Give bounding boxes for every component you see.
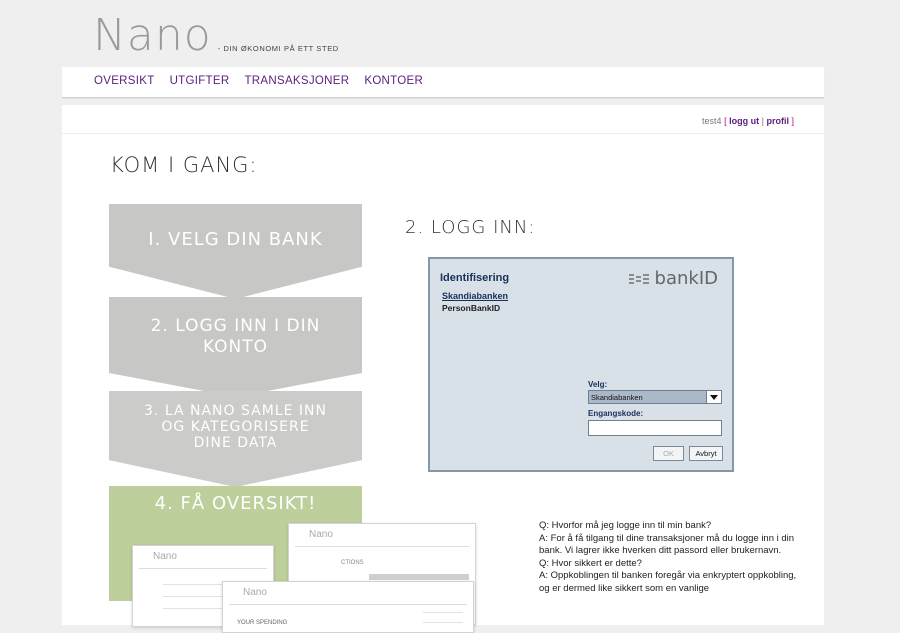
username: test4 <box>702 116 722 126</box>
faq-answer: A: For å få tilgang til dine transaksjon… <box>539 532 795 557</box>
preview-section-label: CTIONS <box>341 560 364 566</box>
bankid-logo-text: bankID <box>654 268 718 289</box>
step-3-collect: 3. LA NANO SAMLE INN OG KATEGORISERE DIN… <box>109 391 362 487</box>
bankid-dialog: Identifisering Skandiabanken PersonBankI… <box>428 257 734 472</box>
nav-oversikt[interactable]: OVERSIKT <box>94 75 155 87</box>
preview-screenshot-front: Nano YOUR SPENDING <box>222 581 474 633</box>
preview-nav <box>229 598 467 605</box>
preview-nav <box>295 540 469 547</box>
step-2-line-1: 2. LOGG INN I DIN <box>150 316 321 336</box>
faq-answer: A: Oppkoblingen til banken foregår via e… <box>539 570 797 594</box>
faq-question: Q: Hvor sikkert er dette? <box>539 557 642 569</box>
bank-select-value: Skandiabanken <box>591 393 643 402</box>
bankid-logo: bankID <box>628 268 718 289</box>
preview-row <box>423 622 463 623</box>
step-2-login: 2. LOGG INN I DIN KONTO <box>109 297 362 397</box>
cancel-button[interactable]: Avbryt <box>689 446 723 461</box>
preview-logo: Nano <box>153 551 177 562</box>
preview-logo: Nano <box>243 587 267 598</box>
link-separator: | <box>761 116 764 126</box>
step-3-line-2: OG KATEGORISERE <box>161 419 310 435</box>
nav-transaksjoner[interactable]: TRANSAKSJONER <box>244 75 349 87</box>
main-navigation: OVERSIKT UTGIFTER TRANSAKSJONER KONTOER <box>62 67 824 98</box>
preview-nav <box>139 562 267 569</box>
login-section-title: 2. LOGG INN: <box>405 217 536 238</box>
ok-button[interactable]: OK <box>653 446 684 461</box>
preview-row <box>369 574 469 580</box>
faq: Q: Hvorfor må jeg logge inn til min bank… <box>539 520 801 595</box>
step-4-label: 4. FÅ OVERSIKT! <box>154 493 317 514</box>
bank-subtitle: PersonBankID <box>442 303 501 313</box>
step-3-label: 3. LA NANO SAMLE INN OG KATEGORISERE DIN… <box>109 403 362 451</box>
bracket-close: ] <box>791 116 794 126</box>
step-1-label: I. VELG DIN BANK <box>148 229 323 250</box>
page-title: KOM I GANG: <box>110 153 258 177</box>
logo-tagline: - DIN ØKONOMI PÅ ETT STED <box>217 44 339 53</box>
preview-row <box>423 612 463 613</box>
bracket-open: [ <box>724 116 727 126</box>
nav-kontoer[interactable]: KONTOER <box>364 75 423 87</box>
step-2-label: 2. LOGG INN I DIN KONTO <box>109 316 362 358</box>
user-bar: test4 [ logg ut | profil ] <box>62 105 824 134</box>
velg-label: Velg: <box>588 380 608 389</box>
code-label: Engangskode: <box>588 409 644 418</box>
nav-utgifter[interactable]: UTGIFTER <box>170 75 230 87</box>
bankid-mark-icon <box>628 273 649 284</box>
preview-logo: Nano <box>309 529 333 540</box>
preview-heading: YOUR SPENDING <box>237 620 288 626</box>
logo[interactable]: Nano - DIN ØKONOMI PÅ ETT STED <box>93 14 339 58</box>
step-3-line-1: 3. LA NANO SAMLE INN <box>144 403 327 419</box>
chevron-down-icon[interactable] <box>706 391 721 403</box>
step-3-line-3: DINE DATA <box>193 435 278 451</box>
logout-link[interactable]: logg ut <box>729 116 759 126</box>
bank-link[interactable]: Skandiabanken <box>442 291 508 301</box>
step-1-choose-bank: I. VELG DIN BANK <box>109 204 362 299</box>
profile-link[interactable]: profil <box>766 116 789 126</box>
faq-question: Q: Hvorfor må jeg logge inn til min bank… <box>539 520 712 531</box>
logo-wordmark: Nano <box>93 10 212 61</box>
bank-select[interactable]: Skandiabanken <box>588 390 722 404</box>
step-2-line-2: KONTO <box>202 337 269 357</box>
bankid-heading: Identifisering <box>440 272 510 284</box>
main-panel: test4 [ logg ut | profil ] KOM I GANG: I… <box>62 105 824 633</box>
one-time-code-input[interactable] <box>588 420 722 436</box>
